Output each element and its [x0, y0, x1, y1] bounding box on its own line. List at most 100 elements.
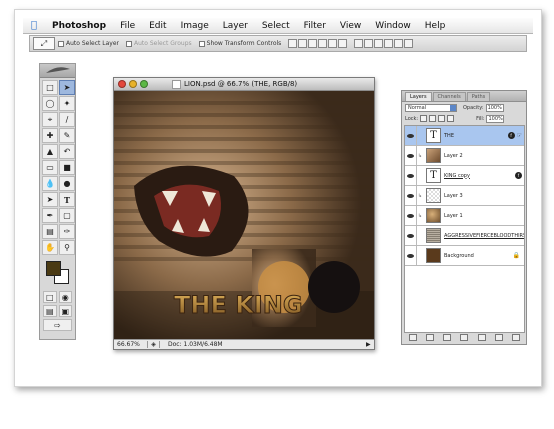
- distribute-top-icon[interactable]: [354, 39, 364, 48]
- layer-row-layer-1[interactable]: ↳ Layer 1: [405, 206, 524, 226]
- crop-tool-icon[interactable]: ⌖: [42, 112, 58, 127]
- standard-mode-icon[interactable]: □: [43, 291, 57, 303]
- dodge-tool-icon[interactable]: ●: [59, 176, 75, 191]
- shape-tool-icon[interactable]: ▢: [59, 208, 75, 223]
- eraser-tool-icon[interactable]: ▭: [42, 160, 58, 175]
- magic-wand-tool-icon[interactable]: ✦: [59, 96, 75, 111]
- add-mask-icon[interactable]: [443, 334, 452, 341]
- menu-select[interactable]: Select: [255, 21, 297, 31]
- lock-position-icon[interactable]: [438, 115, 446, 122]
- layer-row-the[interactable]: T THE f ☞: [405, 126, 524, 146]
- menu-view[interactable]: View: [333, 21, 368, 31]
- align-bottom-icon[interactable]: [308, 39, 318, 48]
- healing-brush-icon[interactable]: ✚: [42, 128, 58, 143]
- auto-select-layer-option[interactable]: Auto Select Layer: [58, 40, 119, 47]
- gradient-tool-icon[interactable]: ■: [59, 160, 75, 175]
- menu-image[interactable]: Image: [174, 21, 216, 31]
- tab-layers[interactable]: Layers: [405, 92, 432, 101]
- status-info-icon[interactable]: ◈: [148, 341, 160, 348]
- eye-icon[interactable]: [405, 186, 417, 205]
- eye-icon[interactable]: [405, 226, 417, 245]
- auto-select-groups-checkbox[interactable]: [125, 40, 132, 47]
- marquee-tool-icon[interactable]: □: [42, 80, 58, 95]
- layer-effects-icon[interactable]: f: [515, 172, 522, 179]
- tool-preset-picker[interactable]: ⤢: [33, 37, 55, 50]
- notes-tool-icon[interactable]: ▤: [42, 224, 58, 239]
- distribute-hcenter-icon[interactable]: [394, 39, 404, 48]
- auto-select-groups-option[interactable]: Auto Select Groups: [125, 40, 192, 47]
- lock-transparency-icon[interactable]: [420, 115, 428, 122]
- menu-edit[interactable]: Edit: [142, 21, 173, 31]
- new-layer-icon[interactable]: [495, 334, 504, 341]
- blend-mode-select[interactable]: Normal: [405, 103, 457, 112]
- tab-paths[interactable]: Paths: [466, 92, 491, 101]
- layer-row-layer-2[interactable]: ↳ Layer 2: [405, 146, 524, 166]
- menu-file[interactable]: File: [113, 21, 142, 31]
- align-right-icon[interactable]: [338, 39, 348, 48]
- auto-select-layer-checkbox[interactable]: [58, 40, 64, 47]
- menu-layer[interactable]: Layer: [216, 21, 255, 31]
- menu-app-name[interactable]: Photoshop: [45, 21, 113, 31]
- blur-tool-icon[interactable]: 💧: [42, 176, 58, 191]
- distribute-vcenter-icon[interactable]: [364, 39, 374, 48]
- adjustment-layer-icon[interactable]: [460, 334, 469, 341]
- tab-channels[interactable]: Channels: [432, 92, 466, 101]
- distribute-right-icon[interactable]: [404, 39, 414, 48]
- eyedropper-tool-icon[interactable]: ✑: [59, 224, 75, 239]
- distribute-left-icon[interactable]: [384, 39, 394, 48]
- align-top-icon[interactable]: [288, 39, 298, 48]
- pen-tool-icon[interactable]: ✒: [42, 208, 58, 223]
- fill-field[interactable]: 100%: [486, 114, 505, 123]
- layer-row-background[interactable]: Background 🔒: [405, 246, 524, 266]
- align-hcenter-icon[interactable]: [328, 39, 338, 48]
- eye-icon[interactable]: [405, 246, 417, 265]
- new-group-icon[interactable]: [477, 334, 486, 341]
- move-tool-button-icon[interactable]: ➤: [59, 80, 75, 95]
- menu-window[interactable]: Window: [368, 21, 418, 31]
- lock-all-icon[interactable]: [447, 115, 455, 122]
- close-window-icon[interactable]: [118, 80, 126, 88]
- hand-tool-icon[interactable]: ✋: [42, 240, 58, 255]
- eye-icon[interactable]: [405, 166, 417, 185]
- trash-icon[interactable]: [512, 334, 521, 341]
- minimize-window-icon[interactable]: [129, 80, 137, 88]
- layer-row-layer-3[interactable]: ↳ Layer 3: [405, 186, 524, 206]
- distribute-bottom-icon[interactable]: [374, 39, 384, 48]
- document-title-bar[interactable]: LION.psd @ 66.7% (THE, RGB/8): [114, 78, 374, 91]
- lasso-tool-icon[interactable]: ◯: [42, 96, 58, 111]
- eye-icon[interactable]: [405, 146, 417, 165]
- opacity-field[interactable]: 100%: [485, 103, 504, 112]
- history-brush-icon[interactable]: ↶: [59, 144, 75, 159]
- align-vcenter-icon[interactable]: [298, 39, 308, 48]
- layer-row-king-copy[interactable]: T KING copy f: [405, 166, 524, 186]
- add-style-icon[interactable]: [425, 334, 434, 341]
- document-canvas[interactable]: THE KING: [114, 91, 374, 340]
- full-screen-mode-icon[interactable]: ▣: [58, 305, 72, 317]
- layer-row-words[interactable]: AGGRESSIVEFIERCEBLOODTHIRSTY...: [405, 226, 524, 246]
- document-status-bar: 66.67% ◈ Doc: 1.03M/6.48M ▶: [114, 339, 374, 349]
- show-transform-controls-option[interactable]: Show Transform Controls: [198, 40, 281, 47]
- eye-icon[interactable]: [405, 126, 417, 145]
- foreground-color-swatch[interactable]: [46, 261, 61, 276]
- clone-stamp-icon[interactable]: ▲: [42, 144, 58, 159]
- lock-image-icon[interactable]: [429, 115, 437, 122]
- menu-help[interactable]: Help: [418, 21, 453, 31]
- path-selection-icon[interactable]: ➤: [42, 192, 58, 207]
- screen-mode-icon[interactable]: ▤: [43, 305, 57, 317]
- apple-menu-icon[interactable]: : [23, 20, 45, 31]
- zoom-window-icon[interactable]: [140, 80, 148, 88]
- align-left-icon[interactable]: [318, 39, 328, 48]
- eye-icon[interactable]: [405, 206, 417, 225]
- jump-to-imageready-icon[interactable]: ⇨: [43, 319, 72, 331]
- link-layers-icon[interactable]: [408, 334, 417, 341]
- brush-tool-icon[interactable]: ✎: [59, 128, 75, 143]
- quick-mask-icon[interactable]: ◉: [58, 291, 72, 303]
- slice-tool-icon[interactable]: ∕: [59, 112, 75, 127]
- type-tool-icon[interactable]: T: [59, 192, 75, 207]
- menu-filter[interactable]: Filter: [297, 21, 333, 31]
- zoom-tool-icon[interactable]: ⚲: [59, 240, 75, 255]
- layer-effects-icon[interactable]: f: [507, 132, 515, 139]
- show-transform-controls-checkbox[interactable]: [198, 40, 205, 47]
- status-menu-arrow-icon[interactable]: ▶: [366, 341, 374, 348]
- zoom-level-field[interactable]: 66.67%: [114, 341, 148, 348]
